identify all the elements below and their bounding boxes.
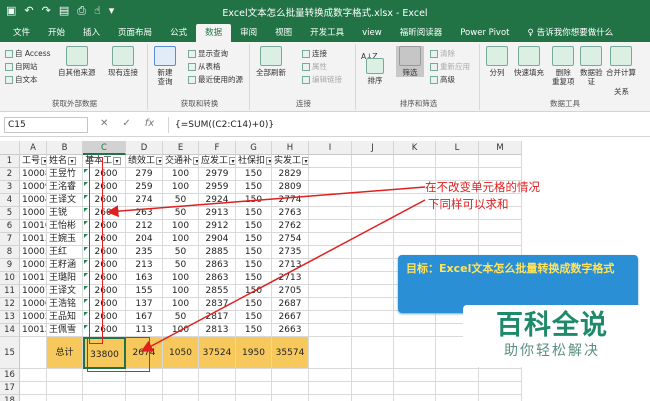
logo-sub-text: 助你轻松解决	[504, 343, 600, 359]
goal-text: 目标：Excel文本怎么批量转换成数字格式	[406, 262, 615, 275]
logo-main-text: 百科全说	[496, 310, 608, 341]
watermark-logo: 百科全说 助你轻松解决	[463, 305, 641, 367]
arrow-to-total	[140, 199, 426, 352]
arrow-to-c-column	[106, 186, 426, 218]
